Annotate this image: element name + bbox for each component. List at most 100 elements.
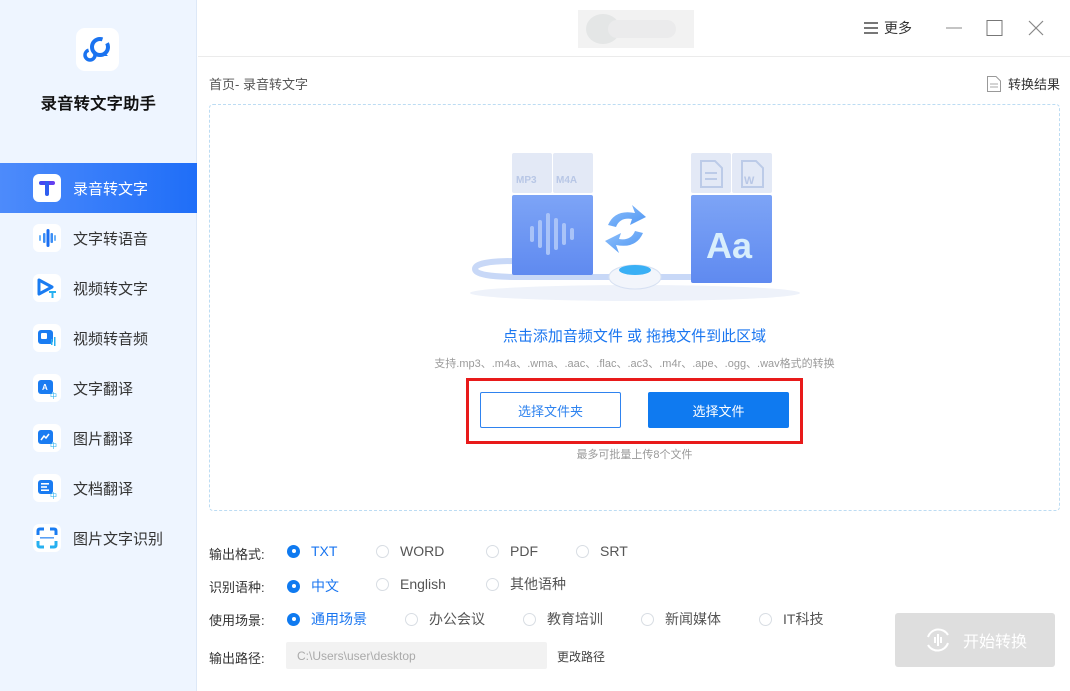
svg-text:中: 中 [50, 391, 57, 399]
radio-label: 中文 [311, 578, 339, 594]
audio-convert-icon [927, 628, 949, 652]
scene-label: 使用场景: [209, 613, 265, 628]
radio-label: 办公会议 [429, 611, 485, 627]
soundwave-icon [33, 224, 61, 252]
menu-icon [864, 19, 878, 37]
sync-arrows-icon [605, 205, 646, 253]
radio-unchecked-icon [376, 544, 389, 558]
language-radio-english[interactable]: English [376, 576, 446, 592]
video-play-text-icon [33, 274, 61, 302]
scene-radio-general[interactable]: 通用场景 [287, 609, 367, 629]
language-radio-other[interactable]: 其他语种 [486, 574, 566, 594]
maximize-button[interactable] [980, 14, 1008, 42]
radio-checked-icon [287, 544, 300, 558]
change-path-button[interactable]: 更改路径 [557, 648, 605, 665]
format-radio-srt[interactable]: SRT [576, 543, 628, 559]
app-name: 录音转文字助手 [40, 96, 157, 113]
aa-label: Aa [706, 225, 753, 266]
sidebar-item-audio-to-text[interactable]: 录音转文字 [0, 163, 197, 213]
scan-ocr-icon [33, 524, 61, 552]
output-format-label: 输出格式: [209, 547, 265, 562]
conversion-results-link[interactable]: 转换结果 [986, 74, 1060, 93]
radio-label: 通用场景 [311, 611, 367, 627]
language-row: 识别语种: [209, 577, 287, 596]
more-label: 更多 [884, 20, 912, 36]
title-bar: 更多 [198, 0, 1070, 57]
m4a-tag: M4A [556, 175, 577, 186]
maximize-icon [986, 20, 1003, 36]
sidebar-item-label: 文字转语音 [73, 230, 149, 248]
scene-row: 使用场景: [209, 610, 287, 629]
radio-label: 其他语种 [510, 576, 566, 592]
word-tag: W [744, 175, 755, 187]
sidebar-item-doc-translate[interactable]: 中 文档翻译 [0, 463, 197, 513]
sidebar-item-text-translate[interactable]: A中 文字翻译 [0, 363, 197, 413]
doc-translate-icon: 中 [33, 474, 61, 502]
more-menu-button[interactable]: 更多 [864, 18, 912, 38]
format-radio-word[interactable]: WORD [376, 543, 444, 559]
logo-icon [83, 37, 110, 62]
start-conversion-label: 开始转换 [962, 634, 1027, 651]
radio-label: PDF [510, 543, 538, 559]
radio-unchecked-icon [523, 612, 536, 626]
scene-radio-meeting[interactable]: 办公会议 [405, 609, 485, 629]
app-logo [76, 28, 119, 71]
file-drop-zone[interactable]: MP3 M4A W Aa 点击添加音频文件 或 拖拽文件到此区域 支持.mp3、… [209, 104, 1060, 511]
language-label: 识别语种: [209, 580, 265, 595]
title-placeholder [578, 10, 694, 48]
close-icon [1028, 20, 1044, 36]
sidebar-item-video-to-text[interactable]: 视频转文字 [0, 263, 197, 313]
sidebar-item-text-to-speech[interactable]: 文字转语音 [0, 213, 197, 263]
output-path-input[interactable] [286, 642, 547, 669]
minimize-icon [946, 27, 962, 29]
output-path-row: 输出路径: [209, 648, 287, 667]
document-icon [986, 75, 1001, 92]
minimize-button[interactable] [940, 14, 968, 42]
radio-unchecked-icon [405, 612, 418, 626]
sidebar-item-label: 录音转文字 [73, 180, 149, 198]
sidebar-item-label: 图片文字识别 [73, 530, 164, 548]
sidebar-nav: 录音转文字 文字转语音 视频转文字 视频转音频 A中 文字翻译 中 图片翻译 中… [0, 163, 197, 563]
scene-radio-news-media[interactable]: 新闻媒体 [641, 609, 721, 629]
sidebar-item-label: 文档翻译 [73, 480, 134, 498]
radio-checked-icon [287, 579, 300, 593]
scene-radio-education[interactable]: 教育培训 [523, 609, 603, 629]
radio-unchecked-icon [486, 577, 499, 591]
conversion-illustration: MP3 M4A W Aa [470, 153, 800, 301]
start-conversion-button[interactable]: 开始转换 [895, 613, 1055, 667]
radio-unchecked-icon [376, 577, 389, 591]
radio-unchecked-icon [641, 612, 654, 626]
sidebar-item-label: 文字翻译 [73, 380, 134, 398]
radio-label: SRT [600, 543, 628, 559]
close-button[interactable] [1022, 14, 1050, 42]
output-path-label: 输出路径: [209, 651, 265, 666]
mp3-tag: MP3 [516, 175, 537, 186]
radio-label: English [400, 576, 446, 592]
text-t-icon [33, 174, 61, 202]
sidebar-item-image-ocr[interactable]: 图片文字识别 [0, 513, 197, 563]
select-file-button[interactable]: 选择文件 [648, 392, 789, 428]
radio-label: TXT [311, 543, 338, 559]
sidebar-item-label: 图片翻译 [73, 430, 134, 448]
radio-unchecked-icon [486, 544, 499, 558]
format-radio-txt[interactable]: TXT [287, 543, 337, 559]
scene-radio-it-tech[interactable]: IT科技 [759, 609, 823, 629]
result-link-label: 转换结果 [1007, 77, 1060, 92]
sidebar-item-label: 视频转音频 [73, 330, 149, 348]
select-folder-button[interactable]: 选择文件夹 [480, 392, 621, 428]
radio-unchecked-icon [759, 612, 772, 626]
video-audio-icon [33, 324, 61, 352]
supported-formats-text: 支持.mp3、.m4a、.wma、.aac、.flac、.ac3、.m4r、.a… [434, 358, 835, 370]
sidebar: 录音转文字助手 录音转文字 文字转语音 视频转文字 视频转音频 A 中 文字翻译… [0, 0, 197, 691]
radio-label: WORD [400, 543, 445, 559]
language-radio-chinese[interactable]: 中文 [287, 576, 339, 596]
sidebar-item-video-to-audio[interactable]: 视频转音频 [0, 313, 197, 363]
text-translate-icon: A中 [33, 374, 61, 402]
radio-unchecked-icon [576, 544, 589, 558]
sidebar-item-image-translate[interactable]: 中 图片翻译 [0, 413, 197, 463]
svg-text:中: 中 [50, 441, 57, 449]
radio-label: 新闻媒体 [665, 611, 721, 627]
format-radio-pdf[interactable]: PDF [486, 543, 538, 559]
output-format-row: 输出格式: [209, 544, 287, 563]
radio-label: IT科技 [783, 611, 824, 627]
